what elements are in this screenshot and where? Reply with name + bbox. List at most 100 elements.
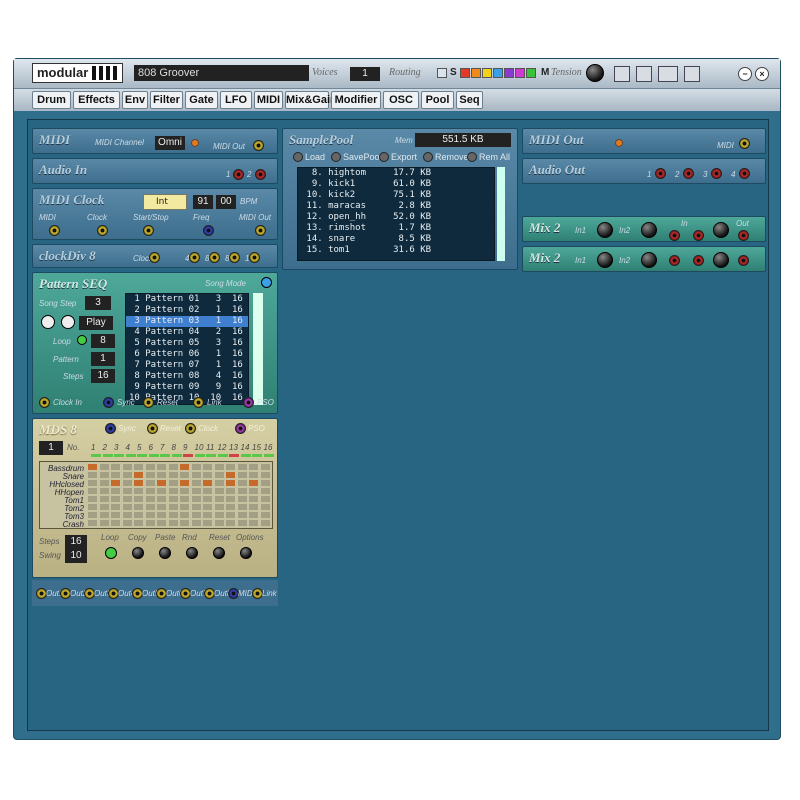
step-cell[interactable] [88,464,97,470]
step-cell[interactable] [214,480,224,486]
step-cell[interactable] [111,464,120,470]
clock-port-jack[interactable] [255,225,266,236]
menu-midi-button[interactable]: MIDI [254,91,283,109]
step-cell[interactable] [111,512,120,518]
step-cell[interactable] [145,512,155,518]
step-cell[interactable] [237,488,247,494]
step-cell[interactable] [122,488,132,494]
menu-gate-button[interactable]: Gate [185,91,218,109]
routing-swatch[interactable] [526,68,536,78]
menu-pool-button[interactable]: Pool [421,91,454,109]
step-cell[interactable] [260,512,270,518]
step-cell[interactable] [237,496,247,502]
step-cell[interactable] [237,480,247,486]
mds-side-jack[interactable] [185,423,196,434]
audio-in-2-jack[interactable] [255,169,266,180]
step-cell[interactable] [134,480,143,486]
step-cell[interactable] [122,464,132,470]
sample-list[interactable]: 8. hightom 17.7 KB 9. kick1 61.0 KB 10. … [297,167,495,261]
menu-osc-button[interactable]: OSC [383,91,419,109]
routing-swatch[interactable] [460,68,470,78]
step-cell[interactable] [168,488,178,494]
save-as-icon[interactable] [636,66,652,82]
step-cell[interactable] [191,480,201,486]
mix2-in1-jack[interactable] [669,230,680,241]
step-cell[interactable] [260,504,270,510]
menu-lfo-button[interactable]: LFO [220,91,252,109]
seq-port-jack[interactable] [243,397,254,408]
pattern-list-row[interactable]: 8 Pattern 08 4 16 [126,371,248,382]
step-cell[interactable] [191,472,201,478]
step-cell[interactable] [99,488,109,494]
pattern-list-row[interactable]: 6 Pattern 06 1 16 [126,349,248,360]
menu-mixgain-button[interactable]: Mix&Gain [285,91,337,109]
midi-channel-field[interactable]: Omni [155,136,185,150]
disk-icon[interactable] [614,66,630,82]
sample-list-row[interactable]: 14. snare 8.5 KB [298,234,494,245]
step-cell[interactable] [111,496,120,502]
step-cell[interactable] [260,480,270,486]
routing-swatch[interactable] [437,68,447,78]
sample-list-row[interactable]: 9. kick1 61.0 KB [298,179,494,190]
step-cell[interactable] [99,472,109,478]
step-cell[interactable] [237,520,247,526]
seq-port-jack[interactable] [143,397,154,408]
mix2-module-2[interactable]: Mix 2 In1 In2 [522,246,766,272]
step-cell[interactable] [203,504,212,510]
mix2-out-jack[interactable] [738,255,749,266]
step-cell[interactable] [226,464,235,470]
step-cell[interactable] [214,488,224,494]
step-cell[interactable] [203,520,212,526]
mix2-module-1[interactable]: Mix 2 In1 In2 In Out [522,216,766,242]
step-cell[interactable] [111,488,120,494]
step-cell[interactable] [145,488,155,494]
step-cell[interactable] [237,464,247,470]
pattern-number-field[interactable]: 1 [39,441,63,455]
step-cell[interactable] [111,520,120,526]
step-cell[interactable] [88,496,97,502]
step-cell[interactable] [237,512,247,518]
step-cell[interactable] [157,512,166,518]
swing-field[interactable]: 10 [65,549,87,563]
step-cell[interactable] [203,464,212,470]
pool-savepool-button[interactable]: SavePool [331,151,382,163]
step-cell[interactable] [88,504,97,510]
step-cell[interactable] [226,480,235,486]
step-cell[interactable] [145,480,155,486]
step-cell[interactable] [157,520,166,526]
step-cell[interactable] [111,472,120,478]
step-cell[interactable] [88,472,97,478]
step-cell[interactable] [88,480,97,486]
step-cell[interactable] [191,464,201,470]
step-cell[interactable] [111,480,120,486]
step-cell[interactable] [203,496,212,502]
mds8-module[interactable]: MDS 8 1 No. 1 2 3 4 5 6 7 8 9 10 11 12 13 14 15 16 Sync… [32,418,278,578]
pattern-list-scrollbar[interactable] [253,293,263,405]
mds-side-jack[interactable] [235,423,246,434]
sample-list-row[interactable]: 12. open_hh 52.0 KB [298,212,494,223]
step-cell[interactable] [99,480,109,486]
step-cell[interactable] [203,480,212,486]
play-button[interactable]: Play [79,316,113,330]
step-cell[interactable] [260,464,270,470]
step-cell[interactable] [145,464,155,470]
step-cell[interactable] [191,504,201,510]
step-cell[interactable] [191,496,201,502]
step-cell[interactable] [226,504,235,510]
audio-out-jack[interactable] [655,168,666,179]
step-cell[interactable] [134,488,143,494]
step-cell[interactable] [111,504,120,510]
sample-list-row[interactable]: 10. kick2 75.1 KB [298,190,494,201]
step-cell[interactable] [122,480,132,486]
menu-modifier-button[interactable]: Modifier [331,91,381,109]
step-cell[interactable] [180,512,189,518]
step-cell[interactable] [237,504,247,510]
menu-drum-button[interactable]: Drum [32,91,71,109]
sample-list-row[interactable]: 15. tom1 31.6 KB [298,245,494,256]
clockdiv-port-jack[interactable] [229,252,240,263]
step-cell[interactable] [260,520,270,526]
step-cell[interactable] [168,520,178,526]
audio-out-jack[interactable] [711,168,722,179]
step-cell[interactable] [168,472,178,478]
seq-port-jack[interactable] [103,397,114,408]
